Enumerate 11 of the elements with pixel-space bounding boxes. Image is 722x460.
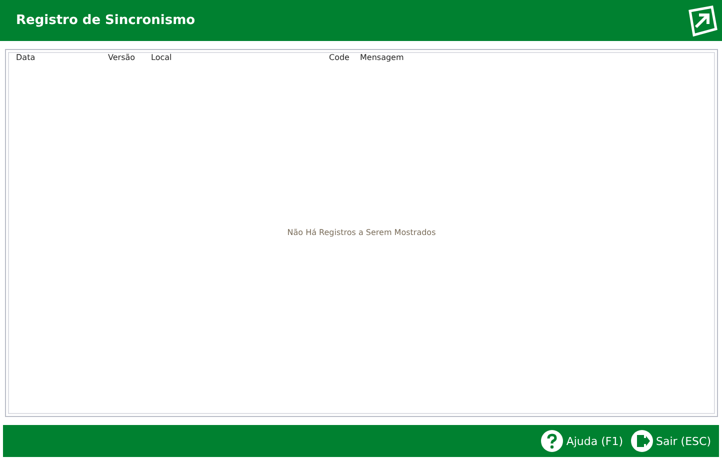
column-header[interactable]: Data: [16, 53, 108, 62]
window-title: Registro de Sincronismo: [16, 13, 196, 28]
column-header[interactable]: Versão: [108, 53, 151, 62]
empty-message: Não Há Registros a Serem Mostrados: [287, 228, 436, 236]
column-header[interactable]: Local: [151, 53, 329, 62]
column-header[interactable]: Mensagem: [360, 53, 717, 62]
help-icon: [541, 430, 564, 452]
exit-button[interactable]: Sair (ESC): [631, 430, 711, 452]
arrow-logo-icon: [686, 4, 718, 36]
help-button[interactable]: Ajuda (F1): [541, 430, 623, 452]
column-header[interactable]: Code: [329, 53, 360, 62]
